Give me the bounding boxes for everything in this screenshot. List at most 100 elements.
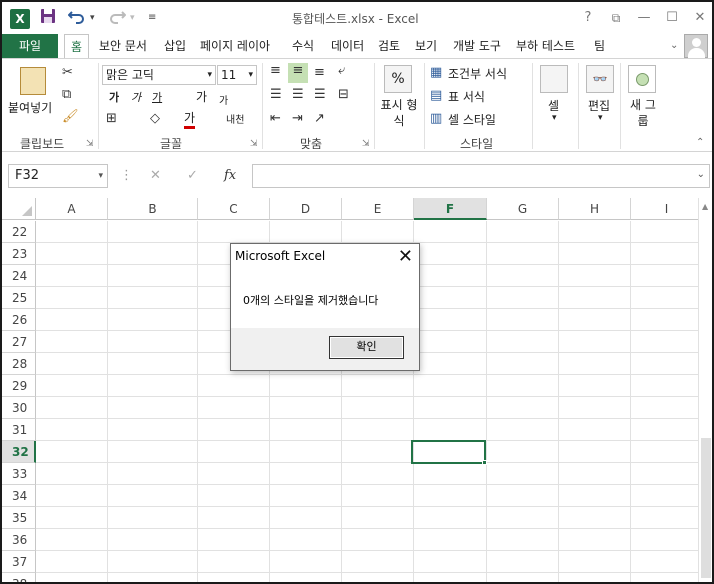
cell-a27[interactable] [36, 331, 108, 353]
cell-a30[interactable] [36, 397, 108, 419]
cell-g23[interactable] [487, 243, 559, 265]
row-header-37[interactable]: 37 [2, 551, 36, 573]
cell-i36[interactable] [631, 529, 698, 551]
align-bottom-icon[interactable]: ≡ [314, 65, 325, 81]
tab-insert[interactable]: 삽입 [164, 34, 186, 58]
cell-d33[interactable] [270, 463, 342, 485]
cell-e32[interactable] [342, 441, 414, 463]
cell-f37[interactable] [414, 551, 487, 573]
tab-formulas[interactable]: 수식 [292, 34, 314, 58]
cell-i31[interactable] [631, 419, 698, 441]
cell-h22[interactable] [559, 221, 631, 243]
cell-b31[interactable] [108, 419, 198, 441]
orientation-icon[interactable]: ↗ [314, 111, 325, 127]
cell-f23[interactable] [414, 243, 487, 265]
help-icon[interactable]: ? [579, 8, 597, 28]
cell-f34[interactable] [414, 485, 487, 507]
cut-icon[interactable]: ✂ [62, 65, 73, 81]
align-center-icon[interactable]: ☰ [292, 87, 304, 103]
column-header-a[interactable]: A [36, 198, 108, 220]
align-right-icon[interactable]: ☰ [314, 87, 326, 103]
format-as-table-icon[interactable]: ▤ [430, 88, 442, 104]
cell-f36[interactable] [414, 529, 487, 551]
cell-d22[interactable] [270, 221, 342, 243]
cell-d30[interactable] [270, 397, 342, 419]
cell-i23[interactable] [631, 243, 698, 265]
cell-d35[interactable] [270, 507, 342, 529]
minimize-icon[interactable]: — [635, 8, 653, 28]
cell-a29[interactable] [36, 375, 108, 397]
new-group-icon[interactable] [628, 65, 656, 93]
cell-i34[interactable] [631, 485, 698, 507]
format-as-table-button[interactable]: 표 서식 [448, 88, 485, 105]
row-header-31[interactable]: 31 [2, 419, 36, 441]
cancel-icon[interactable]: ✕ [150, 168, 161, 184]
scrollbar-thumb[interactable] [701, 438, 711, 578]
grow-font-button[interactable]: 가 [196, 88, 207, 105]
cell-i27[interactable] [631, 331, 698, 353]
row-header-34[interactable]: 34 [2, 485, 36, 507]
cell-c37[interactable] [198, 551, 270, 573]
row-header-22[interactable]: 22 [2, 221, 36, 243]
cell-e34[interactable] [342, 485, 414, 507]
cell-i24[interactable] [631, 265, 698, 287]
cell-b26[interactable] [108, 309, 198, 331]
cell-c31[interactable] [198, 419, 270, 441]
cell-d36[interactable] [270, 529, 342, 551]
cell-i38[interactable] [631, 573, 698, 582]
column-header-b[interactable]: B [108, 198, 198, 220]
cell-g27[interactable] [487, 331, 559, 353]
cell-g37[interactable] [487, 551, 559, 573]
row-header-23[interactable]: 23 [2, 243, 36, 265]
wrap-text-icon[interactable]: ⤶ [338, 63, 345, 79]
cell-a34[interactable] [36, 485, 108, 507]
cell-f29[interactable] [414, 375, 487, 397]
cell-g31[interactable] [487, 419, 559, 441]
cell-f22[interactable] [414, 221, 487, 243]
cell-b23[interactable] [108, 243, 198, 265]
cell-b25[interactable] [108, 287, 198, 309]
cell-b24[interactable] [108, 265, 198, 287]
vertical-scrollbar[interactable]: ▲ [698, 198, 712, 582]
row-header-32[interactable]: 32 [2, 441, 36, 463]
cell-i26[interactable] [631, 309, 698, 331]
cell-b35[interactable] [108, 507, 198, 529]
font-color-button[interactable]: 가 [184, 109, 196, 129]
enter-icon[interactable]: ✓ [187, 168, 198, 184]
tab-review[interactable]: 검토 [378, 34, 400, 58]
row-header-28[interactable]: 28 [2, 353, 36, 375]
cell-b30[interactable] [108, 397, 198, 419]
cell-h30[interactable] [559, 397, 631, 419]
row-header-26[interactable]: 26 [2, 309, 36, 331]
cell-i35[interactable] [631, 507, 698, 529]
cell-f35[interactable] [414, 507, 487, 529]
align-top-icon[interactable]: ≡ [270, 63, 281, 79]
active-cell-f32[interactable] [411, 440, 486, 464]
ribbon-display-icon[interactable]: ⧉ [607, 8, 625, 28]
cell-e36[interactable] [342, 529, 414, 551]
cell-c30[interactable] [198, 397, 270, 419]
cell-e30[interactable] [342, 397, 414, 419]
cell-g22[interactable] [487, 221, 559, 243]
row-header-25[interactable]: 25 [2, 287, 36, 309]
font-launcher-icon[interactable]: ⇲ [250, 139, 258, 149]
cell-b34[interactable] [108, 485, 198, 507]
scroll-up-icon[interactable]: ▲ [702, 202, 708, 211]
cell-d31[interactable] [270, 419, 342, 441]
cell-c33[interactable] [198, 463, 270, 485]
format-painter-icon[interactable]: 🖌 [62, 109, 79, 125]
paste-button[interactable]: 붙여넣기 [8, 99, 52, 116]
cell-h29[interactable] [559, 375, 631, 397]
cell-b28[interactable] [108, 353, 198, 375]
cell-b22[interactable] [108, 221, 198, 243]
phonetic-guide-button[interactable]: 내천 [226, 111, 244, 126]
column-header-g[interactable]: G [487, 198, 559, 220]
ribbon-options-chevron-icon[interactable]: ⌄ [670, 34, 678, 58]
cell-b36[interactable] [108, 529, 198, 551]
percent-icon[interactable]: % [384, 65, 412, 93]
cell-f30[interactable] [414, 397, 487, 419]
name-box[interactable]: F32 ▾ [8, 164, 108, 188]
tab-team[interactable]: 팀 [594, 34, 605, 58]
cell-h26[interactable] [559, 309, 631, 331]
user-avatar[interactable] [684, 34, 708, 58]
